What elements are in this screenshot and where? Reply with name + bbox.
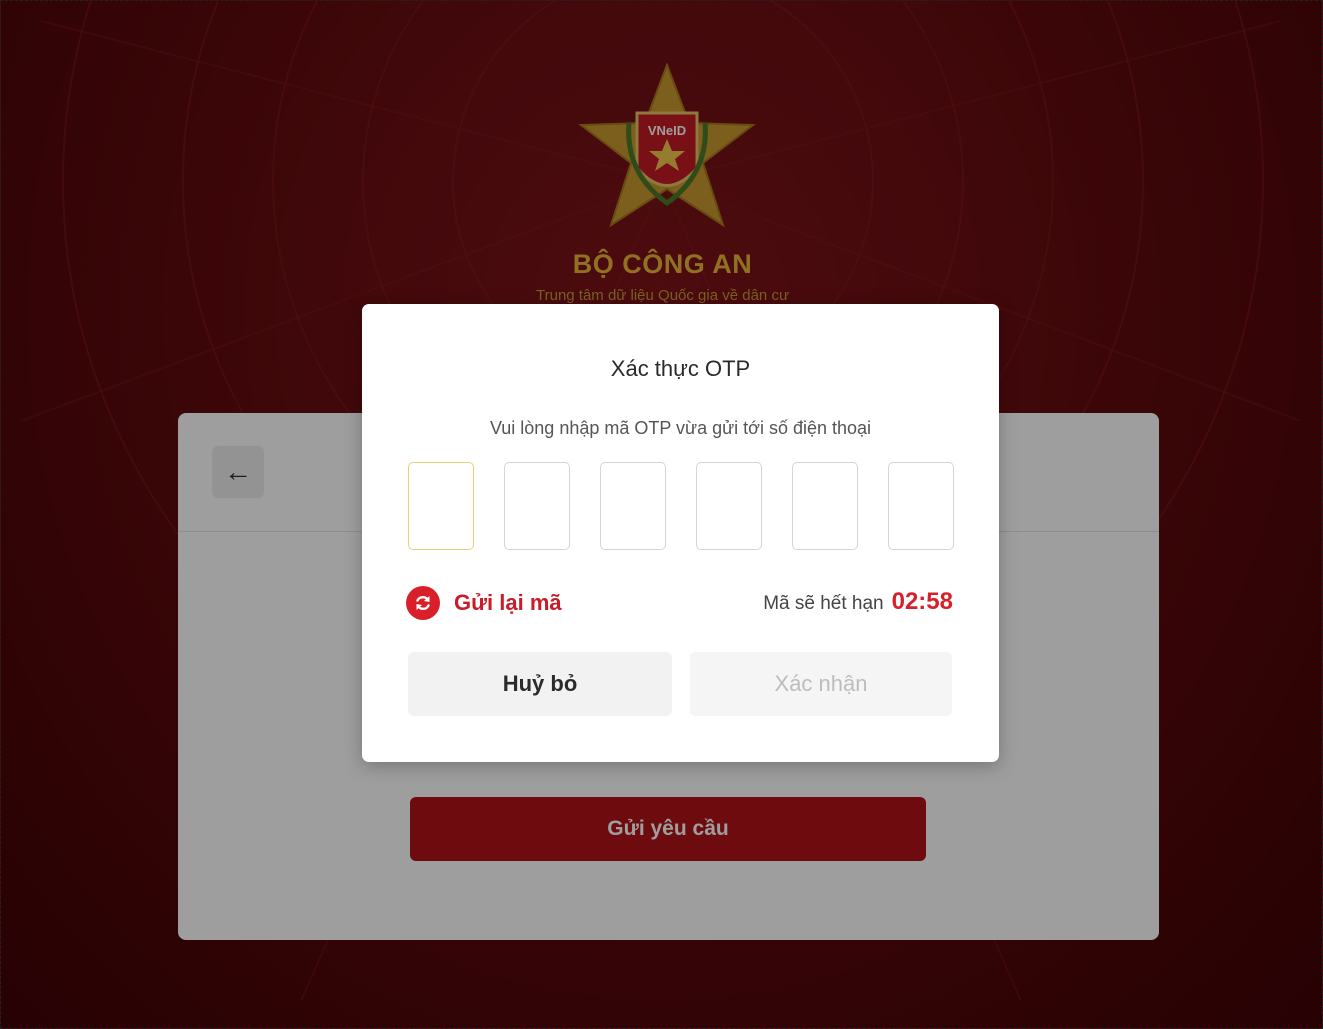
otp-digit-input[interactable] (696, 462, 762, 550)
expiry-timer: 02:58 (891, 588, 953, 615)
app-window: VNeID BỘ CÔNG AN Trung tâm dữ liệu Quốc … (0, 0, 1323, 1029)
expiry-info: Mã sẽ hết hạn 02:58 (763, 588, 953, 618)
otp-digit-input[interactable] (792, 462, 858, 550)
expiry-label: Mã sẽ hết hạn (763, 593, 884, 614)
otp-digit-input[interactable] (504, 462, 570, 550)
resend-code-link[interactable]: Gửi lại mã (406, 586, 562, 620)
otp-input-group (408, 462, 954, 550)
otp-modal: Xác thực OTP Vui lòng nhập mã OTP vừa gử… (362, 304, 999, 762)
refresh-icon (406, 586, 440, 620)
modal-title: Xác thực OTP (610, 356, 751, 381)
otp-digit-input[interactable] (408, 462, 474, 550)
resend-label: Gửi lại mã (454, 590, 562, 615)
modal-description: Vui lòng nhập mã OTP vừa gửi tới số điện… (489, 418, 872, 438)
otp-digit-input[interactable] (888, 462, 954, 550)
confirm-button[interactable]: Xác nhận (690, 652, 952, 716)
otp-digit-input[interactable] (600, 462, 666, 550)
cancel-button[interactable]: Huỷ bỏ (408, 652, 672, 716)
